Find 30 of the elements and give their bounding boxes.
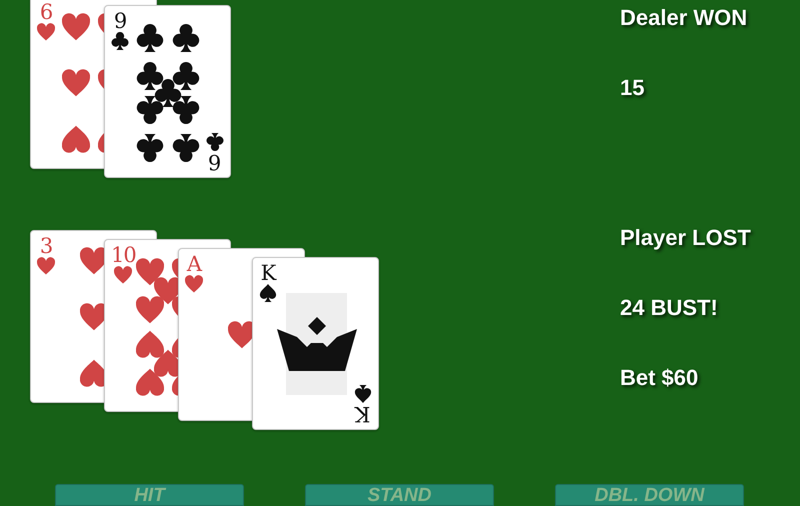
- club-icon: [136, 96, 164, 124]
- action-button[interactable]: STAND: [305, 484, 494, 506]
- card-rank: 9: [114, 10, 126, 32]
- card-rank: 10: [111, 244, 136, 266]
- crown-icon: [276, 317, 356, 371]
- player-score: 24 BUST!: [620, 295, 719, 321]
- action-button[interactable]: HIT: [55, 484, 244, 506]
- club-icon: [172, 62, 200, 90]
- card-rank: 3: [40, 235, 52, 257]
- dealer-score: 15: [620, 75, 646, 101]
- club-icon: [111, 32, 129, 50]
- club-icon: [172, 134, 200, 162]
- club-icon: [172, 24, 200, 52]
- bet-amount: Bet $60: [620, 365, 700, 391]
- club-icon: [206, 133, 224, 151]
- spade-icon: [259, 284, 277, 302]
- club-icon: [136, 62, 164, 90]
- card-rank: A: [186, 253, 202, 275]
- club-icon: [172, 96, 200, 124]
- club-icon: [136, 24, 164, 52]
- dealer-status: Dealer WON: [620, 5, 748, 31]
- spade-icon: [354, 385, 372, 403]
- card-rank: K: [260, 262, 276, 284]
- card-rank: K: [356, 403, 370, 425]
- club-icon: [154, 79, 182, 107]
- action-button[interactable]: DBL. DOWN: [555, 484, 744, 506]
- player-status: Player LOST: [620, 225, 751, 251]
- card-rank: 6: [40, 1, 52, 23]
- club-icon: [136, 134, 164, 162]
- card-rank: 6: [208, 151, 222, 173]
